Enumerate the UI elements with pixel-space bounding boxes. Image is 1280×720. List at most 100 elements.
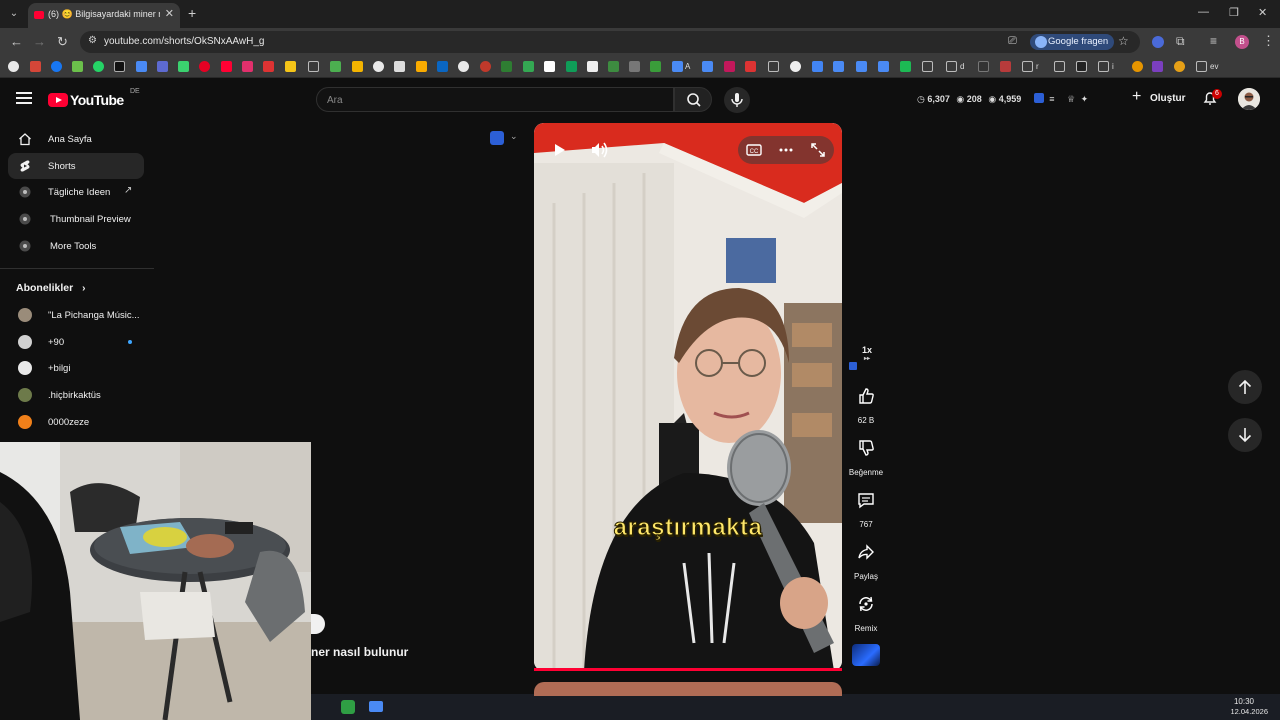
hamburger-menu-icon[interactable]: [16, 92, 32, 104]
bookmark-gmail-icon[interactable]: [30, 61, 41, 72]
bookmark-facebook-icon[interactable]: [51, 61, 62, 72]
bookmark-folder-icon[interactable]: [1022, 61, 1033, 72]
video-title-fragment[interactable]: ner nasıl bulunur: [311, 645, 408, 659]
tab-search-dropdown[interactable]: ⌄: [6, 6, 22, 22]
bookmark-drive-icon[interactable]: [330, 61, 341, 72]
channel-avatar-partial[interactable]: [311, 614, 325, 634]
voice-search-button[interactable]: [724, 87, 750, 113]
search-button[interactable]: [674, 87, 712, 112]
bookmark-label[interactable]: A: [685, 62, 690, 71]
bookmark-youtube-icon[interactable]: [221, 61, 232, 72]
profile-icon[interactable]: B: [1235, 35, 1249, 49]
sidebar-channel[interactable]: .hiçbirkaktüs: [8, 382, 144, 408]
volume-button[interactable]: [584, 136, 614, 164]
bookmark-icon[interactable]: [745, 61, 756, 72]
forward-button[interactable]: →: [33, 34, 46, 49]
bookmark-whatsapp-icon[interactable]: [93, 61, 104, 72]
browser-tab-active[interactable]: (6) 😊 Bilgisayardaki miner nasıl ✕: [28, 3, 180, 28]
bookmark-icon[interactable]: [1152, 61, 1163, 72]
sidebar-channel[interactable]: +90: [8, 329, 144, 355]
bookmark-folder-icon[interactable]: [1054, 61, 1065, 72]
site-info-icon[interactable]: ⚙: [88, 35, 97, 46]
bookmark-folder-icon[interactable]: [922, 61, 933, 72]
bookmark-icon[interactable]: [72, 61, 83, 72]
bookmark-label[interactable]: r: [1036, 62, 1039, 71]
cast-icon[interactable]: ⎚: [1008, 35, 1017, 48]
bookmark-icon[interactable]: [566, 61, 577, 72]
shorts-video-player[interactable]: [534, 123, 842, 671]
close-window-button[interactable]: ✕: [1258, 6, 1267, 19]
audio-thumbnail[interactable]: [852, 644, 880, 666]
back-button[interactable]: ←: [10, 34, 23, 49]
bookmark-folder-icon[interactable]: [308, 61, 319, 72]
sidebar-item-thumbnail-preview[interactable]: Thumbnail Preview: [8, 206, 144, 232]
sparkle-icon[interactable]: ✦: [1081, 94, 1089, 104]
bookmark-docs-icon[interactable]: [702, 61, 713, 72]
bookmark-icon[interactable]: [790, 61, 801, 72]
restore-button[interactable]: ❐: [1229, 6, 1239, 19]
fullscreen-button[interactable]: [806, 138, 830, 162]
account-avatar[interactable]: [1238, 88, 1260, 110]
previous-short-button[interactable]: [1228, 370, 1262, 404]
bookmark-label[interactable]: d: [960, 62, 964, 71]
bookmark-translate-icon[interactable]: [136, 61, 147, 72]
extensions-puzzle-icon[interactable]: ⧉: [1176, 34, 1185, 49]
share-button[interactable]: [850, 536, 882, 568]
bookmark-instagram-icon[interactable]: [242, 61, 253, 72]
bookmark-icon[interactable]: [978, 61, 989, 72]
taskbar-maps-icon[interactable]: [341, 700, 355, 714]
minimize-button[interactable]: —: [1198, 6, 1209, 18]
remix-button[interactable]: [850, 588, 882, 620]
bookmark-folder-icon[interactable]: [1196, 61, 1207, 72]
video-progress-bar[interactable]: [534, 668, 842, 671]
bookmark-linkedin-icon[interactable]: [437, 61, 448, 72]
bookmark-wikipedia-icon[interactable]: [394, 61, 405, 72]
bookmark-icon[interactable]: [1174, 61, 1185, 72]
browser-menu-icon[interactable]: ⋮: [1262, 33, 1275, 49]
next-short-button[interactable]: [1228, 418, 1262, 452]
bookmark-icon[interactable]: [629, 61, 640, 72]
bookmark-icon[interactable]: [544, 61, 555, 72]
bookmark-folder-icon[interactable]: [768, 61, 779, 72]
comments-button[interactable]: [850, 484, 882, 516]
new-tab-button[interactable]: +: [188, 5, 196, 21]
bookmark-folder-icon[interactable]: [1098, 61, 1109, 72]
like-button[interactable]: [850, 380, 882, 412]
bookmark-icon[interactable]: [812, 61, 823, 72]
bookmark-info-icon[interactable]: [458, 61, 469, 72]
sidebar-item-shorts[interactable]: Shorts: [8, 153, 144, 179]
bookmark-icon[interactable]: [608, 61, 619, 72]
reload-button[interactable]: ↻: [57, 34, 68, 50]
sidebar-channel[interactable]: +bilgi: [8, 355, 144, 381]
google-fragen-button[interactable]: Google fragen: [1030, 34, 1115, 50]
more-options-button[interactable]: [774, 138, 798, 162]
captions-button[interactable]: CC: [742, 138, 766, 162]
bookmark-icon[interactable]: [1132, 61, 1143, 72]
bookmark-icon[interactable]: [157, 61, 168, 72]
close-tab-icon[interactable]: ✕: [165, 7, 174, 20]
subscriptions-heading[interactable]: Abonelikler ›: [16, 282, 85, 294]
bookmark-icon[interactable]: [1076, 61, 1087, 72]
extension-iq-icon[interactable]: [1033, 93, 1044, 103]
bookmark-icon[interactable]: [1000, 61, 1011, 72]
bookmark-docs-icon[interactable]: [878, 61, 889, 72]
bookmark-icon[interactable]: [285, 61, 296, 72]
bookmark-docs-icon[interactable]: [672, 61, 683, 72]
bookmark-google-icon[interactable]: [8, 61, 19, 72]
bookmark-icon[interactable]: [416, 61, 427, 72]
sidebar-item-more-tools[interactable]: More Tools: [8, 233, 144, 259]
bookmark-folder-icon[interactable]: [946, 61, 957, 72]
address-bar[interactable]: ⚙ youtube.com/shorts/OkSNxAAwH_g ⎚ Googl…: [80, 31, 1140, 53]
bookmark-pinterest-icon[interactable]: [199, 61, 210, 72]
bookmark-star-icon[interactable]: ☆: [1118, 34, 1129, 48]
vidiq-widget[interactable]: ⌄: [490, 130, 522, 146]
extension-icon[interactable]: [1152, 36, 1164, 48]
sidebar-item-home[interactable]: Ana Sayfa: [8, 126, 144, 152]
sidebar-item-taegliche-ideen[interactable]: Tägliche Ideen ↗: [8, 179, 144, 205]
bookmark-icon[interactable]: [263, 61, 274, 72]
media-control-icon[interactable]: ≡: [1210, 34, 1217, 48]
bookmark-docs-icon[interactable]: [833, 61, 844, 72]
dislike-button[interactable]: [850, 432, 882, 464]
list-icon[interactable]: ≡: [1049, 94, 1054, 104]
create-button[interactable]: + Oluştur: [1128, 88, 1190, 110]
